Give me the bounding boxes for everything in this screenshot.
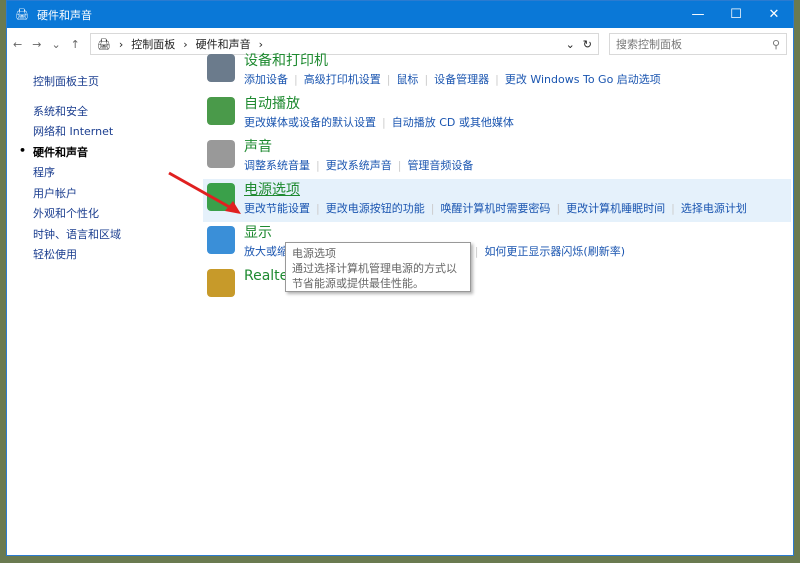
forward-button[interactable]: → [32,38,41,51]
category-title[interactable]: 声音 [244,136,272,156]
category-link[interactable]: 设备管理器 [434,73,489,86]
category-title[interactable]: 电源选项 [244,179,300,199]
category-link[interactable]: 更改 Windows To Go 启动选项 [505,73,661,86]
category-title[interactable]: 自动播放 [244,93,300,113]
autoplay-icon [207,97,235,125]
category-link[interactable]: 自动播放 CD 或其他媒体 [392,116,514,129]
window-title: 硬件和声音 [36,8,92,22]
sidebar-item[interactable]: 网络和 Internet [33,123,121,144]
category-link[interactable]: 更改系统声音 [326,159,392,172]
red-arrow-annotation [168,171,241,214]
category-power-options: 电源选项 更改节能设置 | 更改电源按钮的功能 | 唤醒计算机时需要密码 | 更改计算机睡眠时… [203,179,791,222]
sidebar-item[interactable]: 时钟、语言和区域 [33,226,121,247]
back-button[interactable]: ← [13,38,22,51]
category-title[interactable]: 显示 [244,222,272,242]
sidebar-item[interactable]: 程序 [33,164,121,185]
display-icon [207,226,235,254]
refresh-button[interactable]: ↻ [583,38,592,51]
category-link[interactable]: 调整系统音量 [244,159,310,172]
category-sound: 声音 调整系统音量 | 更改系统声音 | 管理音频设备 [203,136,791,179]
title-bar: 🖨 硬件和声音 — ☐ ✕ [7,1,793,28]
sidebar-item[interactable]: 用户帐户 [33,185,121,206]
category-link[interactable]: 如何更正显示器闪烁(刷新率) [484,245,625,258]
devices-printers-icon [207,54,235,82]
minimize-button[interactable]: — [679,7,717,22]
breadcrumb-item[interactable]: 控制面板 [131,36,175,52]
sidebar: 控制面板主页 系统和安全 网络和 Internet 硬件和声音 程序 用户帐户 … [19,73,121,267]
search-icon: ⚲ [771,37,780,51]
dropdown-icon[interactable]: ⌄ [566,38,575,51]
sidebar-item[interactable]: 系统和安全 [33,103,121,124]
recent-dropdown[interactable]: ⌄ [51,38,60,51]
sidebar-item[interactable]: 控制面板主页 [33,73,121,94]
category-link[interactable]: 添加设备 [244,73,288,86]
window-icon: 🖨 [15,8,29,21]
category-autoplay: 自动播放 更改媒体或设备的默认设置 | 自动播放 CD 或其他媒体 [203,93,791,136]
sidebar-item[interactable]: 外观和个性化 [33,205,121,226]
category-title[interactable]: 设备和打印机 [244,50,328,70]
category-link[interactable]: 选择电源计划 [681,202,747,215]
tooltip: 电源选项 通过选择计算机管理电源的方式以节省能源或提供最佳性能。 [285,242,471,292]
control-panel-window: 🖨 硬件和声音 — ☐ ✕ ← → ⌄ ↑ 🖨 › 控制面板 › 硬件和声音 › ⌄ … [6,0,794,556]
category-link[interactable]: 更改媒体或设备的默认设置 [244,116,376,129]
category-link[interactable]: 更改电源按钮的功能 [326,202,425,215]
category-link[interactable]: 更改计算机睡眠时间 [566,202,665,215]
category-link[interactable]: 唤醒计算机时需要密码 [440,202,550,215]
realtek-audio-icon [207,269,235,297]
sound-icon [207,140,235,168]
category-link[interactable]: 鼠标 [396,73,418,86]
category-devices-printers: 设备和打印机 添加设备 | 高级打印机设置 | 鼠标 | 设备管理器 | 更改 Windows T… [203,50,791,93]
category-link[interactable]: 管理音频设备 [407,159,473,172]
sidebar-item[interactable]: 轻松使用 [33,246,121,267]
category-link[interactable]: 更改节能设置 [244,202,310,215]
close-button[interactable]: ✕ [755,7,793,22]
category-link[interactable]: 高级打印机设置 [304,73,381,86]
sidebar-item-current[interactable]: 硬件和声音 [19,144,121,165]
maximize-button[interactable]: ☐ [717,7,755,22]
folder-icon: 🖨 [96,37,111,51]
up-button[interactable]: ↑ [71,38,80,51]
